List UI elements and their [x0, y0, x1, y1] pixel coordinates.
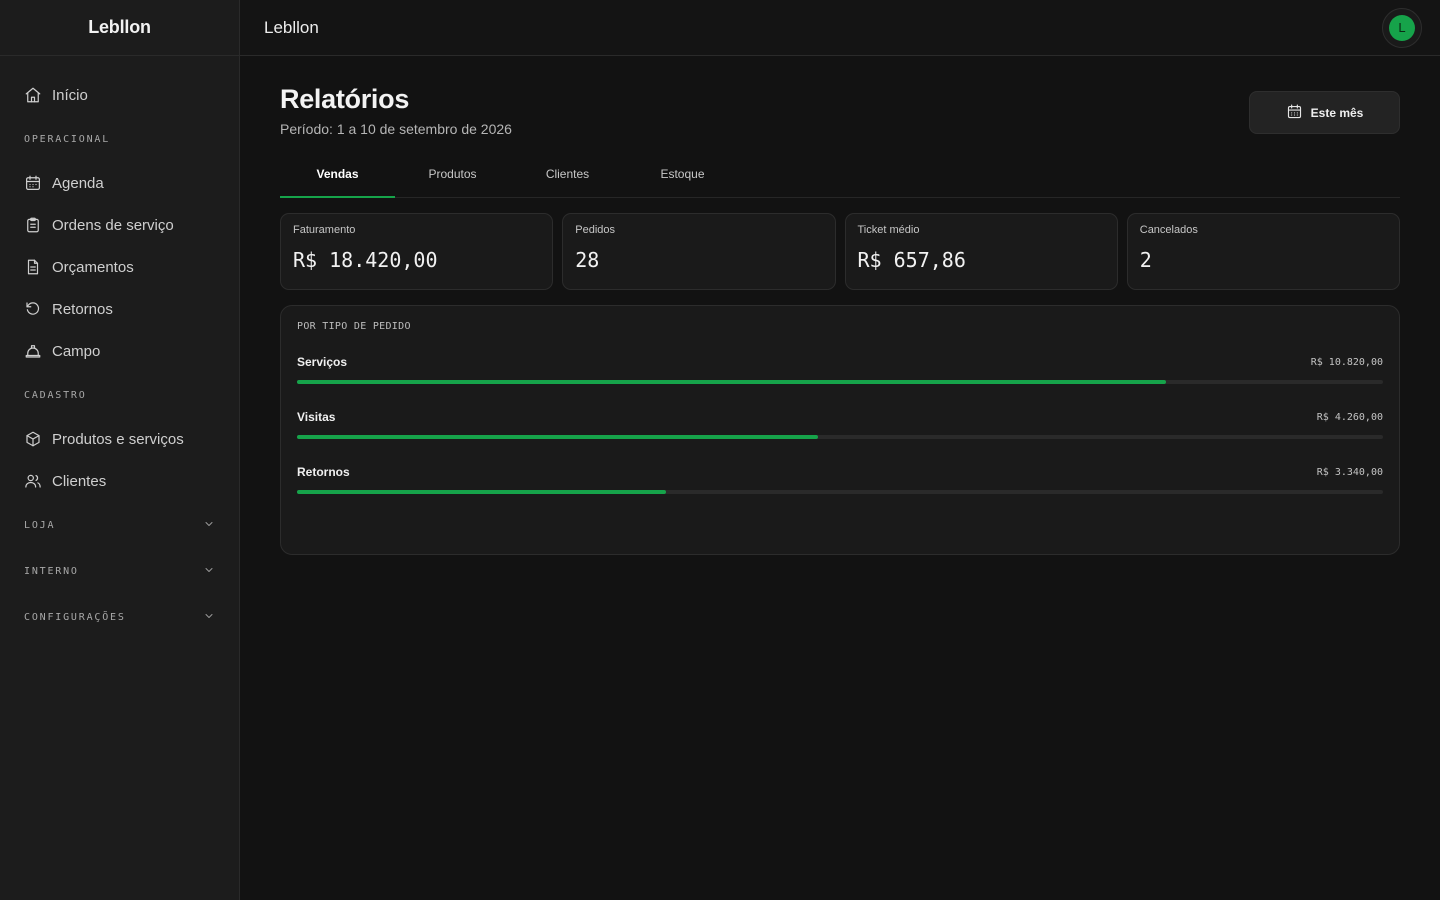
section-label-operacional: OPERACIONAL [24, 133, 111, 145]
chevron-down-icon [203, 518, 215, 533]
progress-track [297, 435, 1383, 439]
tab-estoque[interactable]: Estoque [625, 157, 740, 197]
panel-title: POR TIPO DE PEDIDO [297, 321, 411, 332]
sidebar-item-retornos[interactable]: Retornos [0, 288, 239, 330]
breakdown-row-visitas: Visitas R$ 4.260,00 [297, 410, 1383, 439]
section-label-interno: INTERNO [24, 565, 79, 577]
report-tabs: Vendas Produtos Clientes Estoque [280, 157, 1400, 198]
section-toggle-loja[interactable]: LOJA [0, 502, 239, 548]
user-menu-button[interactable]: L [1382, 7, 1422, 48]
sidebar-nav: Início OPERACIONAL Agenda Ordens de serv… [0, 56, 239, 640]
kpi-value: 28 [575, 248, 600, 272]
chevron-down-icon [203, 564, 215, 579]
progress-fill [297, 435, 819, 439]
calendar-icon [1286, 103, 1303, 123]
sidebar-item-ordens-de-servico[interactable]: Ordens de serviço [0, 204, 239, 246]
kpi-card-faturamento: Faturamento R$ 18.420,00 [280, 213, 554, 290]
rotate-ccw-icon [24, 300, 42, 318]
clipboard-icon [24, 216, 42, 234]
chevron-down-icon [203, 610, 215, 625]
sidebar-item-label: Agenda [52, 174, 104, 192]
breakdown-label: Serviços [297, 355, 348, 369]
sidebar-item-label: Ordens de serviço [52, 216, 174, 234]
tab-vendas[interactable]: Vendas [280, 157, 395, 198]
kpi-label: Ticket médio [857, 224, 920, 236]
breakdown-value: R$ 3.340,00 [1316, 466, 1383, 478]
section-toggle-interno[interactable]: INTERNO [0, 548, 239, 594]
page-subtitle: Período: 1 a 10 de setembro de 2026 [280, 121, 512, 137]
kpi-value: R$ 18.420,00 [293, 248, 438, 272]
sidebar-item-campo[interactable]: Campo [0, 330, 239, 372]
breakdown-label: Retornos [297, 465, 350, 479]
breakdown-row-retornos: Retornos R$ 3.340,00 [297, 465, 1383, 494]
sidebar-item-clientes[interactable]: Clientes [0, 460, 239, 502]
progress-track [297, 380, 1383, 384]
period-select-button[interactable]: Este mês [1249, 91, 1400, 134]
main-content: Relatórios Período: 1 a 10 de setembro d… [280, 56, 1400, 555]
calendar-icon [24, 174, 42, 192]
section-label-loja: LOJA [24, 519, 56, 531]
progress-fill [297, 490, 667, 494]
sidebar-item-orcamentos[interactable]: Orçamentos [0, 246, 239, 288]
sidebar-brand[interactable]: Lebllon [0, 0, 239, 56]
kpi-card-cancelados: Cancelados 2 [1126, 213, 1400, 290]
breakdown-value: R$ 10.820,00 [1310, 356, 1383, 368]
sidebar-item-label: Orçamentos [52, 258, 134, 276]
kpi-card-ticket-medio: Ticket médio R$ 657,86 [844, 213, 1118, 290]
sidebar-item-produtos-e-servicos[interactable]: Produtos e serviços [0, 418, 239, 460]
document-icon [24, 258, 42, 276]
hard-hat-icon [24, 342, 42, 360]
sidebar-item-label: Clientes [52, 472, 107, 490]
sidebar-item-agenda[interactable]: Agenda [0, 162, 239, 204]
kpi-value: R$ 657,86 [857, 248, 966, 272]
kpi-value: 2 [1139, 248, 1152, 272]
progress-fill [297, 380, 1166, 384]
sidebar-item-label: Produtos e serviços [52, 430, 184, 448]
home-icon [24, 86, 42, 104]
tab-clientes[interactable]: Clientes [510, 157, 625, 197]
kpi-label: Pedidos [575, 224, 616, 236]
tab-produtos[interactable]: Produtos [395, 157, 510, 197]
sidebar-item-inicio[interactable]: Início [0, 74, 239, 116]
sidebar-item-label: Início [52, 86, 88, 104]
section-label-cadastro: CADASTRO [24, 389, 87, 401]
breakdown-row-servicos: Serviços R$ 10.820,00 [297, 355, 1383, 384]
section-label-configuracoes: CONFIGURAÇÕES [24, 611, 126, 623]
breakdown-panel: POR TIPO DE PEDIDO Serviços R$ 10.820,00… [280, 305, 1400, 555]
section-toggle-configuracoes[interactable]: CONFIGURAÇÕES [0, 594, 239, 640]
topbar-title: Lebllon [264, 17, 319, 37]
period-button-label: Este mês [1310, 105, 1364, 120]
kpi-card-pedidos: Pedidos 28 [562, 213, 836, 290]
progress-track [297, 490, 1383, 494]
kpi-label: Faturamento [293, 224, 356, 236]
package-icon [24, 430, 42, 448]
sidebar-item-label: Retornos [52, 300, 113, 318]
kpi-cards: Faturamento R$ 18.420,00 Pedidos 28 Tick… [280, 213, 1400, 290]
breakdown-value: R$ 4.260,00 [1316, 411, 1383, 423]
page-title: Relatórios [280, 84, 410, 114]
sidebar-item-label: Campo [52, 342, 101, 360]
kpi-label: Cancelados [1139, 224, 1198, 236]
users-icon [24, 472, 42, 490]
sidebar: Lebllon Início OPERACIONAL Agenda Ordens… [0, 0, 240, 900]
topbar: Lebllon L [240, 0, 1440, 56]
breakdown-label: Visitas [297, 410, 336, 424]
avatar: L [1389, 14, 1415, 41]
